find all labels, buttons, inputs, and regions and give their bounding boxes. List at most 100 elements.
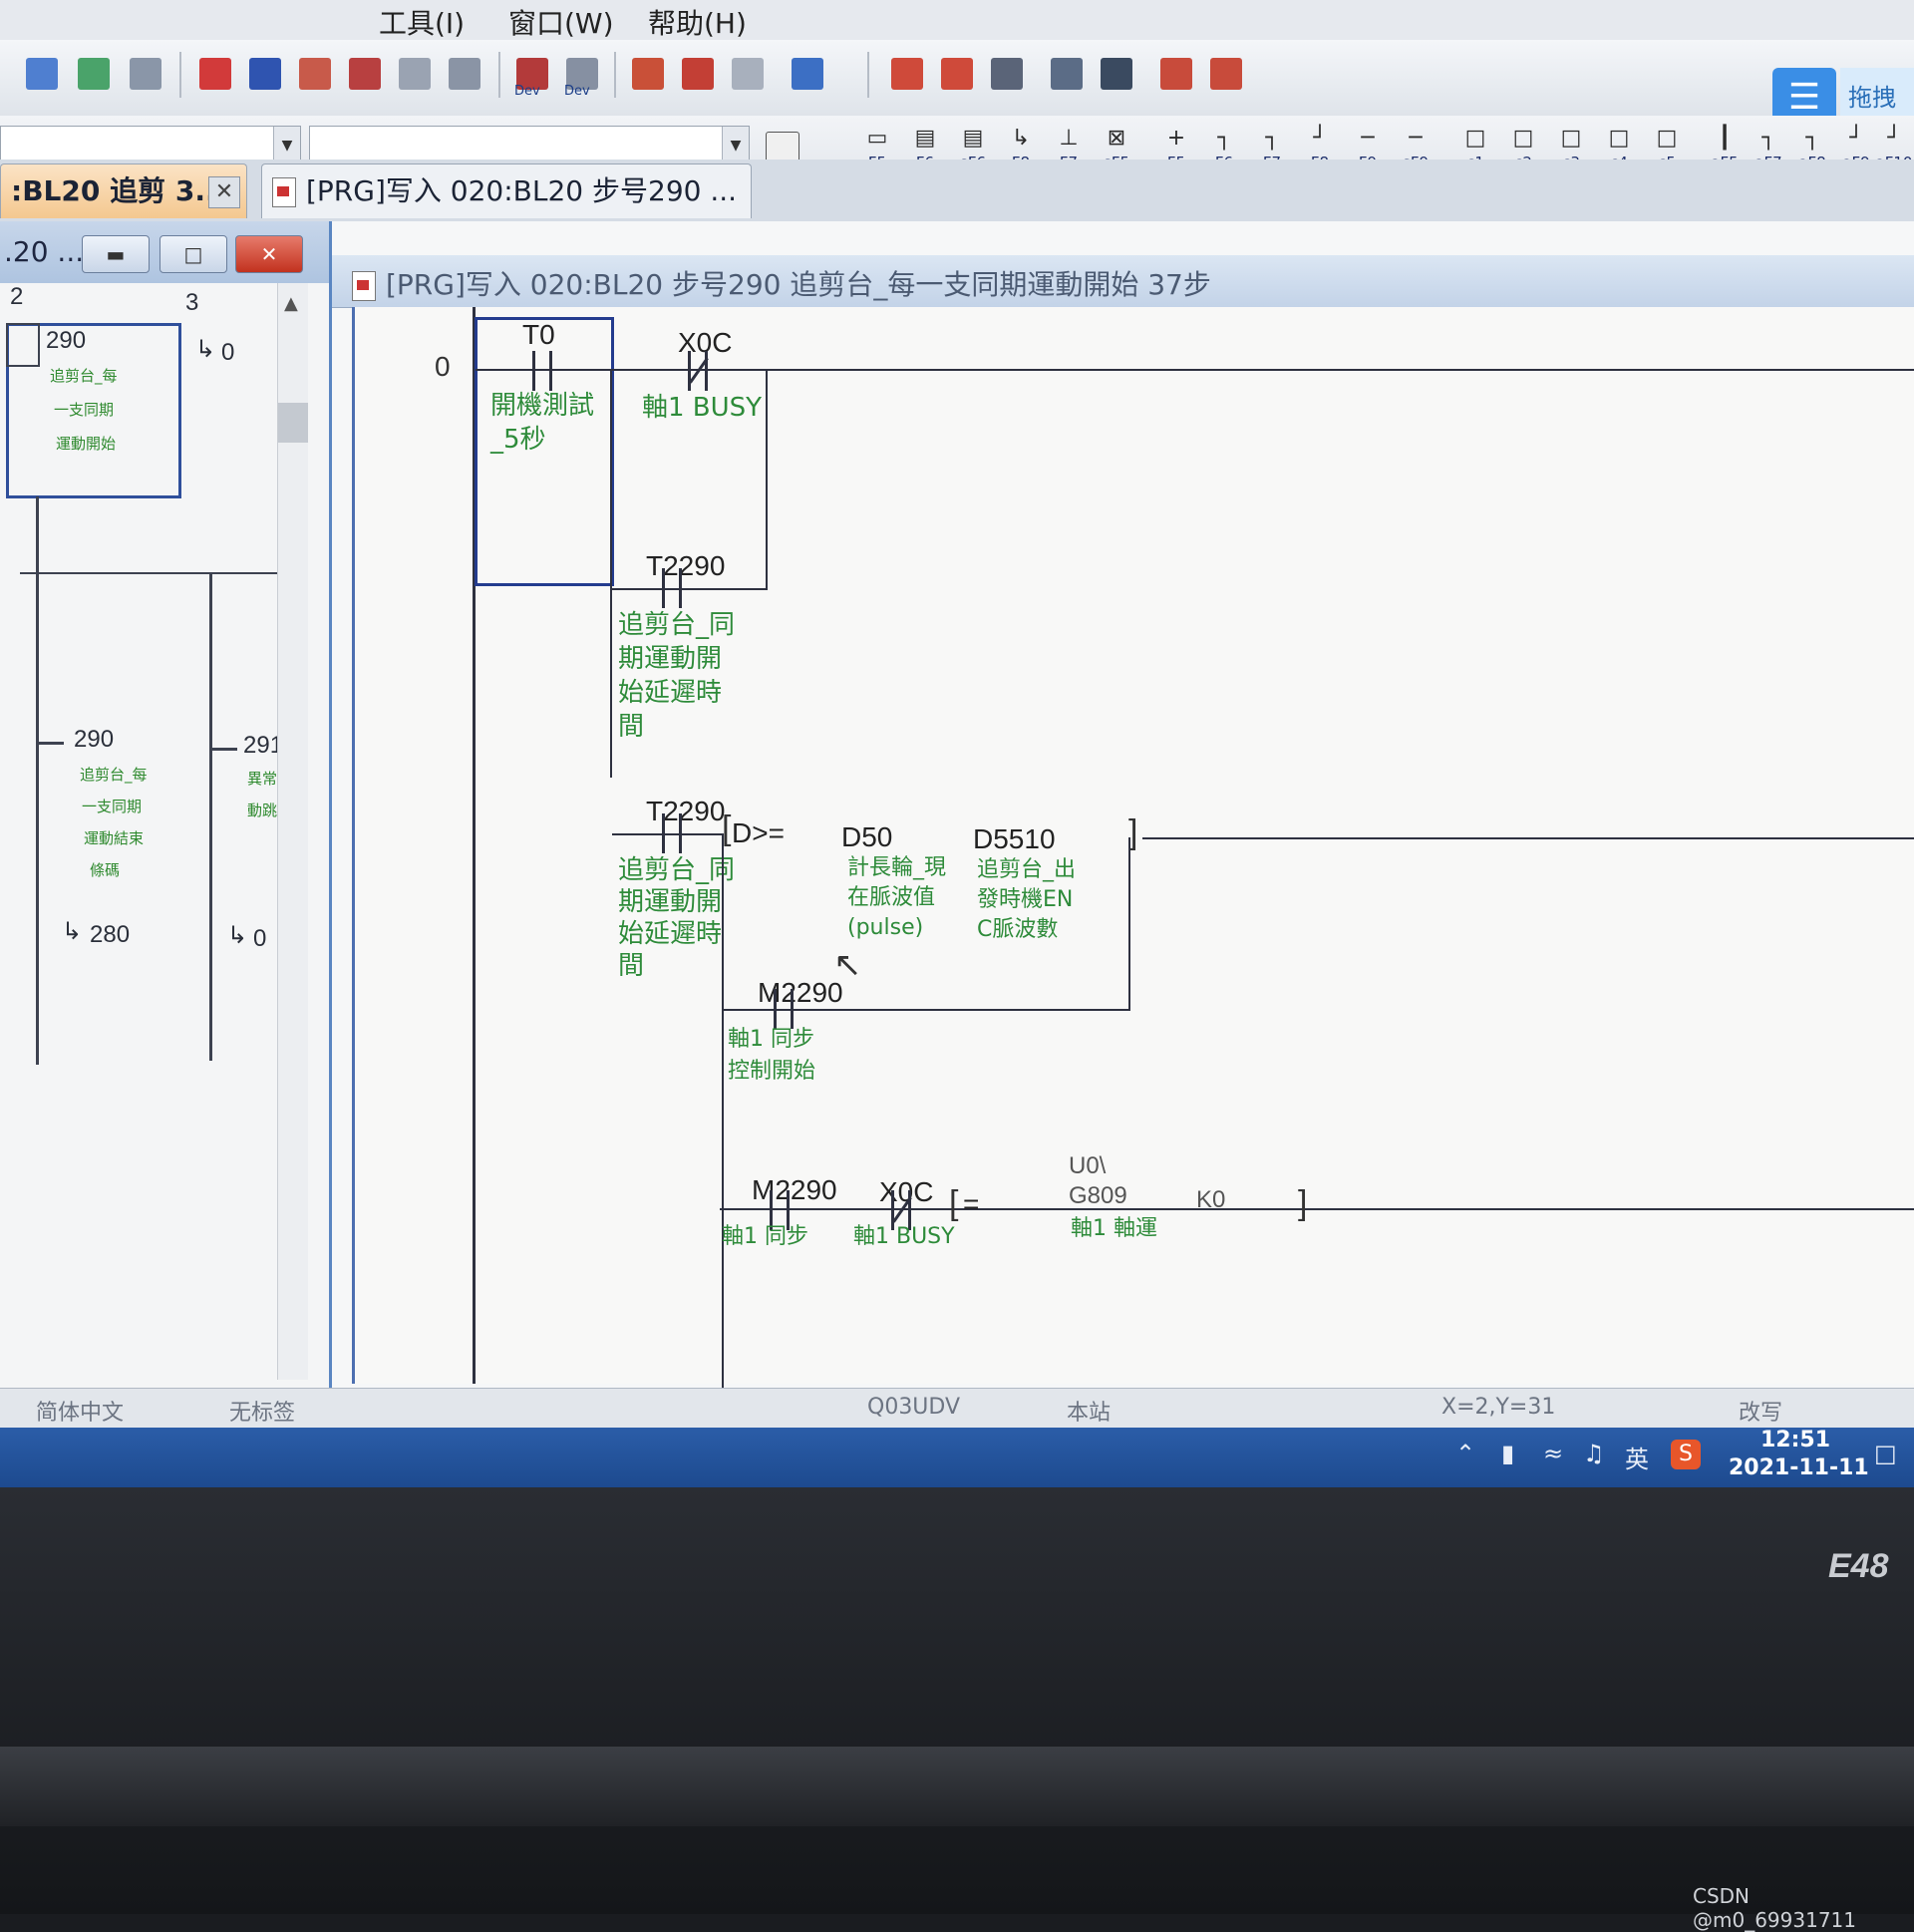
close-icon[interactable]: ✕ bbox=[235, 235, 303, 273]
ladder-editor[interactable]: 0 T0 開機測試 _5秒 X0C 軸1 BUSY T2290 追剪台_同 期運… bbox=[352, 307, 1914, 1392]
open-contact-icon: ▭ bbox=[866, 126, 888, 151]
sfc-scrollbar[interactable]: ▲ bbox=[277, 283, 308, 1380]
dev-start-button[interactable]: Dev bbox=[512, 54, 552, 99]
laptop-screen: 工具(I) 窗口(W) 帮助(H) Dev Dev ☰ 拖拽 ▼ ▼ ▭ ▤ ▤… bbox=[0, 0, 1914, 1487]
sfc-window-title: .20 ... bbox=[4, 235, 85, 268]
compare-arg1-comment: 軸1 軸運 bbox=[1071, 1216, 1157, 1241]
corner-line-icon: ┐ bbox=[1217, 126, 1231, 151]
statement-button[interactable] bbox=[678, 54, 718, 94]
contact-comment: 軸1 BUSY bbox=[853, 1224, 955, 1249]
nc-slash bbox=[892, 1196, 912, 1223]
sfc-link bbox=[36, 496, 39, 706]
instruction-bracket-open: [ bbox=[949, 1184, 959, 1222]
menu-tools[interactable]: 工具(I) bbox=[379, 2, 465, 42]
compare-arg1[interactable]: D50 bbox=[841, 821, 892, 853]
device-search-button[interactable] bbox=[1047, 54, 1087, 94]
chevron-up-icon[interactable]: ▲ bbox=[284, 293, 298, 314]
trace-button[interactable] bbox=[1206, 54, 1246, 94]
notification-icon[interactable]: □ bbox=[1874, 1440, 1897, 1467]
menu-help[interactable]: 帮助(H) bbox=[648, 2, 747, 42]
clock-date[interactable]: 2021-11-11 bbox=[1729, 1455, 1869, 1480]
note-button[interactable] bbox=[728, 54, 768, 94]
coil-icon: ↳ bbox=[1011, 126, 1031, 151]
wifi-icon[interactable]: ≈ bbox=[1543, 1440, 1563, 1467]
trace-icon bbox=[1210, 58, 1242, 90]
replace-button[interactable] bbox=[445, 54, 484, 94]
compare-arg2-comment: 發時機EN bbox=[977, 887, 1074, 912]
cross-line-icon: + bbox=[1166, 126, 1186, 151]
sogou-ime-icon[interactable]: S bbox=[1671, 1440, 1701, 1469]
pulse-icon bbox=[991, 58, 1023, 90]
contact-comment: 間 bbox=[618, 951, 645, 981]
compare-operator[interactable]: = bbox=[963, 1188, 979, 1220]
mouse-cursor-icon: ↖ bbox=[833, 945, 862, 985]
cross-reference-button[interactable] bbox=[1097, 54, 1136, 94]
menu-window[interactable]: 窗口(W) bbox=[508, 2, 614, 42]
minimize-icon[interactable]: ▬ bbox=[82, 235, 150, 273]
display-button[interactable] bbox=[788, 54, 827, 94]
sfc-link bbox=[209, 572, 212, 1061]
no-contact-symbol[interactable] bbox=[532, 351, 552, 391]
trend-button[interactable] bbox=[1156, 54, 1196, 94]
compare-arg2[interactable]: K0 bbox=[1196, 1186, 1225, 1214]
branch-line bbox=[1128, 837, 1130, 1009]
contact-comment: 期運動開 bbox=[618, 644, 723, 674]
dev-stop-button[interactable]: Dev bbox=[562, 54, 602, 99]
toolbar-separator bbox=[867, 52, 869, 98]
clock-time[interactable]: 12:51 bbox=[1760, 1428, 1830, 1452]
contact-device: T2290 bbox=[646, 550, 726, 581]
compare-arg2[interactable]: D5510 bbox=[973, 823, 1056, 855]
write-to-plc-button[interactable] bbox=[195, 54, 235, 94]
chevron-up-icon[interactable]: ⌃ bbox=[1455, 1440, 1475, 1467]
ime-indicator[interactable]: 英 bbox=[1625, 1440, 1649, 1474]
find-disabled-button[interactable] bbox=[395, 54, 435, 94]
ladder-icon bbox=[941, 58, 973, 90]
corner-line-icon: ┘ bbox=[1313, 126, 1327, 151]
dotted-box-icon: □ bbox=[1656, 126, 1678, 151]
battery-icon[interactable]: ▮ bbox=[1501, 1440, 1514, 1467]
cross-ref-icon bbox=[1101, 58, 1132, 90]
status-station: 本站 bbox=[1067, 1401, 1112, 1426]
nc-contact-symbol[interactable] bbox=[688, 351, 709, 391]
hk-button[interactable] bbox=[126, 54, 165, 94]
sfc-transition-comment: 一支同期 bbox=[82, 798, 143, 815]
compare-operator[interactable]: D>= bbox=[732, 817, 785, 849]
ladder-edit-button-2[interactable] bbox=[937, 54, 977, 94]
sfc-branch-line bbox=[20, 572, 281, 574]
sfc-jump-icon: ↳ bbox=[195, 336, 216, 363]
program-icon bbox=[272, 177, 296, 207]
read-from-plc-button[interactable] bbox=[245, 54, 285, 94]
speaker-icon[interactable]: ♫ bbox=[1583, 1440, 1605, 1467]
ladder-edit-button-1[interactable] bbox=[887, 54, 927, 94]
contact-device: M2290 bbox=[758, 977, 843, 1008]
statement-icon bbox=[682, 58, 714, 90]
verify-button[interactable] bbox=[295, 54, 335, 94]
hk-icon bbox=[130, 58, 161, 90]
main-toolbar: Dev Dev bbox=[0, 40, 1914, 117]
tab-label: [PRG]写入 020:BL20 步号290 ... bbox=[306, 174, 738, 207]
status-coords: X=2,Y=31 bbox=[1441, 1395, 1556, 1420]
pulse-button[interactable] bbox=[987, 54, 1027, 94]
sfc-transition-comment: 條碼 bbox=[90, 861, 121, 879]
falling-edge-icon: ┐ bbox=[1761, 126, 1775, 151]
close-icon[interactable]: ✕ bbox=[208, 176, 240, 208]
device-read-button[interactable] bbox=[22, 54, 62, 94]
instruction-bracket-close: ] bbox=[1298, 1184, 1308, 1222]
compare-arg1-comment: (pulse) bbox=[847, 915, 924, 940]
find-button[interactable] bbox=[345, 54, 385, 94]
ladder-titlebar: [PRG]写入 020:BL20 步号290 追剪台_每一支同期運動開始 37步 bbox=[332, 255, 1914, 308]
tab-sfc[interactable]: :BL20 追剪 3... ✕ bbox=[0, 163, 247, 218]
dotted-box-icon: □ bbox=[1560, 126, 1582, 151]
monitor-button[interactable] bbox=[74, 54, 114, 94]
instruction-bracket-open: [ bbox=[722, 809, 732, 847]
compare-arg2-comment: 追剪台_出 bbox=[977, 857, 1077, 882]
maximize-icon[interactable]: □ bbox=[160, 235, 227, 273]
comment-button[interactable] bbox=[628, 54, 668, 94]
scrollbar-thumb[interactable] bbox=[278, 403, 308, 443]
taskbar: ⌃ ▮ ≈ ♫ 英 S 12:51 2021-11-11 □ bbox=[0, 1428, 1914, 1487]
sfc-transition[interactable] bbox=[209, 748, 237, 751]
menu-bar: 工具(I) 窗口(W) 帮助(H) bbox=[0, 0, 1914, 40]
sfc-transition[interactable] bbox=[36, 742, 64, 745]
tab-prg[interactable]: [PRG]写入 020:BL20 步号290 ... bbox=[261, 163, 752, 218]
compare-arg1[interactable]: G809 bbox=[1069, 1182, 1127, 1210]
